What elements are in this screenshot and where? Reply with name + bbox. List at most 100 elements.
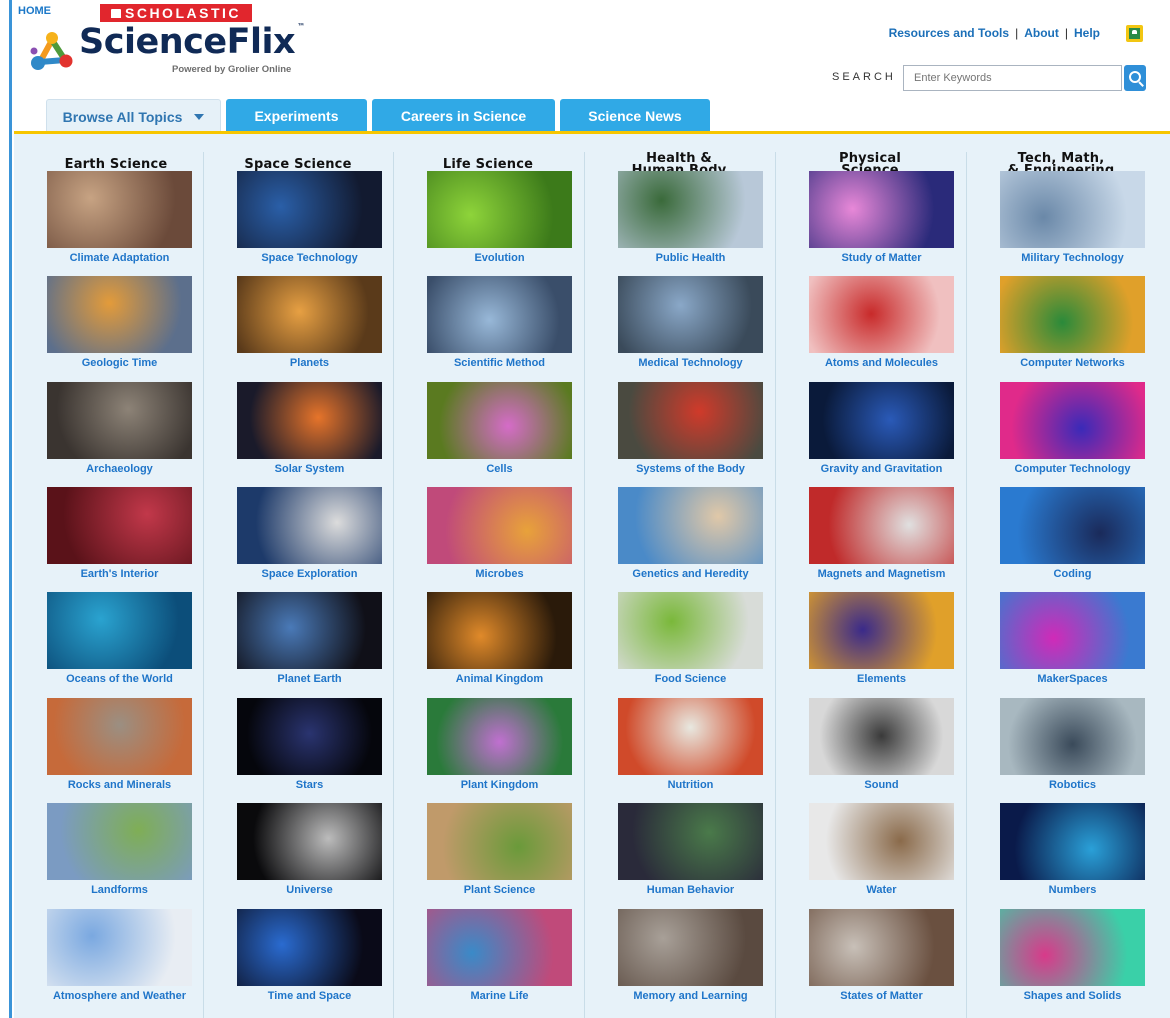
topic-link[interactable]: Universe: [227, 884, 392, 896]
topic-link[interactable]: Oceans of the World: [37, 673, 202, 685]
topic-link[interactable]: Plant Kingdom: [417, 779, 582, 791]
topic-link[interactable]: Space Exploration: [227, 568, 392, 580]
topic-link[interactable]: Earth's Interior: [37, 568, 202, 580]
topic-photo[interactable]: [809, 803, 954, 880]
topic-photo[interactable]: [427, 276, 572, 353]
topic-link[interactable]: Shapes and Solids: [990, 990, 1155, 1002]
home-link[interactable]: HOME: [18, 5, 51, 17]
topic-link[interactable]: Space Technology: [227, 252, 392, 264]
topic-photo[interactable]: [618, 698, 763, 775]
topic-tile[interactable]: Space Exploration: [237, 487, 382, 588]
topic-link[interactable]: Rocks and Minerals: [37, 779, 202, 791]
topic-link[interactable]: Time and Space: [227, 990, 392, 1002]
topic-link[interactable]: Solar System: [227, 463, 392, 475]
topic-photo[interactable]: [618, 382, 763, 459]
topic-tile[interactable]: Microbes: [427, 487, 572, 588]
topic-photo[interactable]: [47, 803, 192, 880]
topic-tile[interactable]: Scientific Method: [427, 276, 572, 377]
topic-tile[interactable]: Medical Technology: [618, 276, 763, 377]
topic-tile[interactable]: Time and Space: [237, 909, 382, 1010]
topic-photo[interactable]: [237, 698, 382, 775]
topic-link[interactable]: Food Science: [608, 673, 773, 685]
topic-photo[interactable]: [237, 276, 382, 353]
topic-photo[interactable]: [427, 909, 572, 986]
topic-tile[interactable]: Computer Technology: [1000, 382, 1145, 483]
topic-photo[interactable]: [618, 803, 763, 880]
topic-link[interactable]: Stars: [227, 779, 392, 791]
topic-link[interactable]: Plant Science: [417, 884, 582, 896]
topic-photo[interactable]: [809, 698, 954, 775]
topic-tile[interactable]: Food Science: [618, 592, 763, 693]
topic-link[interactable]: Microbes: [417, 568, 582, 580]
topic-photo[interactable]: [237, 171, 382, 248]
topic-photo[interactable]: [47, 909, 192, 986]
topic-tile[interactable]: Water: [809, 803, 954, 904]
topic-link[interactable]: Landforms: [37, 884, 202, 896]
topic-photo[interactable]: [1000, 698, 1145, 775]
topic-link[interactable]: Genetics and Heredity: [608, 568, 773, 580]
tab-browse-all-topics[interactable]: Browse All Topics: [46, 99, 221, 133]
topic-tile[interactable]: Planet Earth: [237, 592, 382, 693]
topic-link[interactable]: Atmosphere and Weather: [37, 990, 202, 1002]
topic-photo[interactable]: [809, 276, 954, 353]
tab-careers-in-science[interactable]: Careers in Science: [372, 99, 555, 132]
topic-tile[interactable]: Nutrition: [618, 698, 763, 799]
topic-photo[interactable]: [618, 171, 763, 248]
topic-tile[interactable]: Evolution: [427, 171, 572, 272]
topic-tile[interactable]: Space Technology: [237, 171, 382, 272]
about-link[interactable]: About: [1024, 26, 1059, 40]
topic-tile[interactable]: Military Technology: [1000, 171, 1145, 272]
topic-tile[interactable]: Planets: [237, 276, 382, 377]
topic-link[interactable]: Military Technology: [990, 252, 1155, 264]
topic-photo[interactable]: [47, 487, 192, 564]
topic-link[interactable]: Marine Life: [417, 990, 582, 1002]
topic-photo[interactable]: [47, 171, 192, 248]
topic-tile[interactable]: Solar System: [237, 382, 382, 483]
topic-tile[interactable]: Gravity and Gravitation: [809, 382, 954, 483]
topic-photo[interactable]: [809, 171, 954, 248]
topic-tile[interactable]: Oceans of the World: [47, 592, 192, 693]
topic-tile[interactable]: Universe: [237, 803, 382, 904]
topic-tile[interactable]: Atmosphere and Weather: [47, 909, 192, 1010]
topic-photo[interactable]: [47, 276, 192, 353]
topic-link[interactable]: MakerSpaces: [990, 673, 1155, 685]
topic-photo[interactable]: [47, 698, 192, 775]
topic-photo[interactable]: [809, 487, 954, 564]
topic-tile[interactable]: Archaeology: [47, 382, 192, 483]
help-link[interactable]: Help: [1074, 26, 1100, 40]
topic-link[interactable]: Atoms and Molecules: [799, 357, 964, 369]
topic-photo[interactable]: [618, 487, 763, 564]
topic-link[interactable]: Computer Networks: [990, 357, 1155, 369]
topic-tile[interactable]: Sound: [809, 698, 954, 799]
topic-photo[interactable]: [427, 487, 572, 564]
topic-link[interactable]: Study of Matter: [799, 252, 964, 264]
topic-photo[interactable]: [618, 592, 763, 669]
topic-tile[interactable]: Elements: [809, 592, 954, 693]
topic-tile[interactable]: Landforms: [47, 803, 192, 904]
topic-photo[interactable]: [427, 592, 572, 669]
topic-link[interactable]: Numbers: [990, 884, 1155, 896]
tab-science-news[interactable]: Science News: [560, 99, 710, 132]
topic-link[interactable]: Medical Technology: [608, 357, 773, 369]
topic-photo[interactable]: [809, 592, 954, 669]
topic-tile[interactable]: Systems of the Body: [618, 382, 763, 483]
topic-link[interactable]: Planet Earth: [227, 673, 392, 685]
topic-tile[interactable]: Study of Matter: [809, 171, 954, 272]
topic-photo[interactable]: [237, 592, 382, 669]
topic-link[interactable]: Scientific Method: [417, 357, 582, 369]
topic-link[interactable]: Public Health: [608, 252, 773, 264]
topic-link[interactable]: Water: [799, 884, 964, 896]
topic-photo[interactable]: [47, 592, 192, 669]
topic-tile[interactable]: Rocks and Minerals: [47, 698, 192, 799]
topic-link[interactable]: Animal Kingdom: [417, 673, 582, 685]
topic-tile[interactable]: Plant Kingdom: [427, 698, 572, 799]
topic-tile[interactable]: Memory and Learning: [618, 909, 763, 1010]
search-input[interactable]: [903, 65, 1122, 91]
topic-photo[interactable]: [427, 698, 572, 775]
topic-tile[interactable]: Cells: [427, 382, 572, 483]
topic-tile[interactable]: Climate Adaptation: [47, 171, 192, 272]
topic-photo[interactable]: [809, 382, 954, 459]
topic-link[interactable]: Climate Adaptation: [37, 252, 202, 264]
topic-link[interactable]: Archaeology: [37, 463, 202, 475]
topic-link[interactable]: Sound: [799, 779, 964, 791]
